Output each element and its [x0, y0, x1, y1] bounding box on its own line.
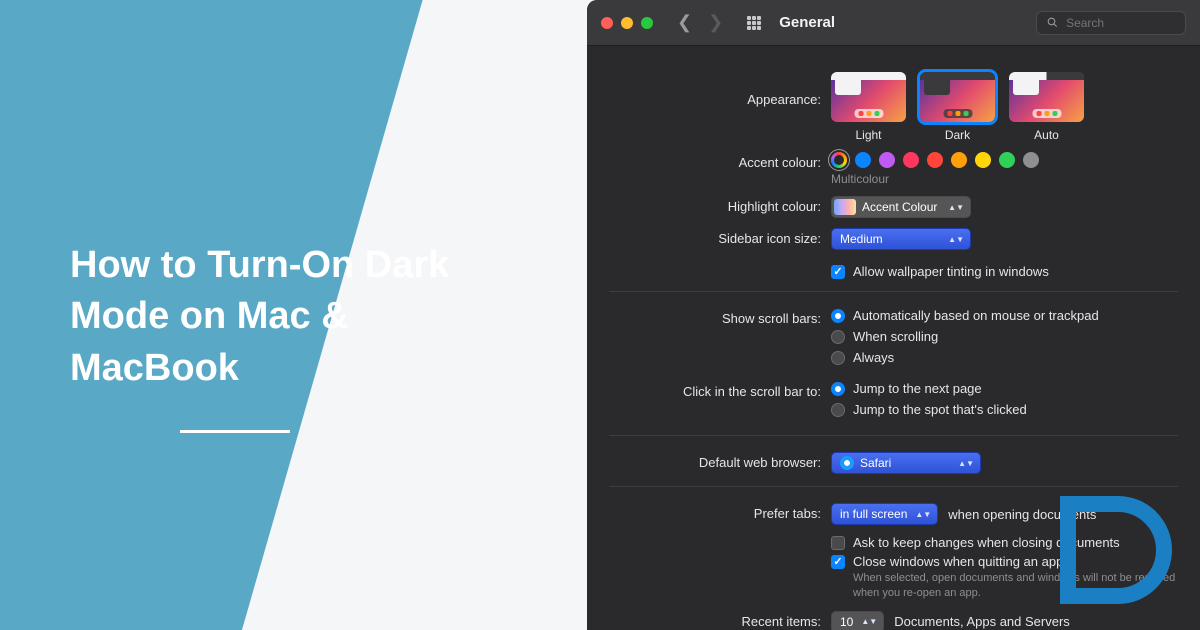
row-sidebar-icon: Sidebar icon size: Medium ▲▼ — [609, 228, 1178, 250]
zoom-icon[interactable] — [641, 17, 653, 29]
row-browser: Default web browser: Safari ▲▼ — [609, 452, 1178, 474]
appearance-light-label: Light — [831, 128, 906, 142]
recent-value: 10 — [840, 615, 853, 629]
window-title: General — [779, 14, 835, 31]
row-tinting: Allow wallpaper tinting in windows — [609, 260, 1178, 279]
sidebar-icon-value: Medium — [840, 232, 883, 246]
row-accent: Accent colour: Multicolour — [609, 152, 1178, 186]
safari-icon — [840, 456, 854, 470]
scrollbars-option-always[interactable]: Always — [831, 350, 1178, 365]
scrollbars-option-scrolling[interactable]: When scrolling — [831, 329, 1178, 344]
scrollclick-opt1-label: Jump to the spot that's clicked — [853, 402, 1027, 417]
close-icon[interactable] — [601, 17, 613, 29]
appearance-option-auto[interactable]: Auto — [1009, 72, 1084, 142]
radio-icon — [831, 382, 845, 396]
accent-orange[interactable] — [951, 152, 967, 168]
accent-multicolour[interactable] — [831, 152, 847, 168]
chevron-updown-icon: ▲▼ — [915, 512, 931, 517]
nav-arrows: ❮ ❯ — [677, 12, 723, 33]
appearance-options: Light Dark Auto — [831, 72, 1178, 142]
tinting-checkbox[interactable]: Allow wallpaper tinting in windows — [831, 264, 1178, 279]
minimize-icon[interactable] — [621, 17, 633, 29]
checkbox-icon — [831, 265, 845, 279]
scrollbars-opt0-label: Automatically based on mouse or trackpad — [853, 308, 1099, 323]
radio-icon — [831, 351, 845, 365]
chevron-updown-icon: ▲▼ — [948, 205, 964, 210]
checkbox-icon — [831, 536, 845, 550]
accent-subtitle: Multicolour — [831, 172, 1178, 186]
row-scrollclick: Click in the scroll bar to: Jump to the … — [609, 381, 1178, 423]
accent-swatches — [831, 152, 1178, 168]
chevron-updown-icon: ▲▼ — [958, 461, 974, 466]
tinting-label: Allow wallpaper tinting in windows — [853, 264, 1049, 279]
appearance-option-light[interactable]: Light — [831, 72, 906, 142]
search-input[interactable] — [1066, 16, 1175, 30]
radio-icon — [831, 309, 845, 323]
label-accent: Accent colour: — [609, 152, 831, 170]
browser-select[interactable]: Safari ▲▼ — [831, 452, 981, 474]
label-highlight: Highlight colour: — [609, 196, 831, 214]
accent-graphite[interactable] — [1023, 152, 1039, 168]
radio-icon — [831, 403, 845, 417]
scrollclick-opt0-label: Jump to the next page — [853, 381, 982, 396]
checkbox-icon — [831, 555, 845, 569]
banner-headline: How to Turn-On Dark Mode on Mac & MacBoo… — [70, 240, 527, 394]
highlight-select[interactable]: Accent Colour ▲▼ — [831, 196, 971, 218]
window-titlebar: ❮ ❯ General — [587, 0, 1200, 46]
window-traffic-lights — [601, 17, 653, 29]
label-scrollbars: Show scroll bars: — [609, 308, 831, 326]
label-tabs: Prefer tabs: — [609, 503, 831, 521]
scrollclick-option-spot[interactable]: Jump to the spot that's clicked — [831, 402, 1178, 417]
accent-green[interactable] — [999, 152, 1015, 168]
divider — [609, 291, 1178, 292]
accent-red[interactable] — [927, 152, 943, 168]
recent-suffix: Documents, Apps and Servers — [894, 614, 1070, 629]
forward-button[interactable]: ❯ — [708, 12, 723, 33]
accent-pink[interactable] — [903, 152, 919, 168]
label-sidebar-icon: Sidebar icon size: — [609, 228, 831, 246]
scrollbars-opt1-label: When scrolling — [853, 329, 938, 344]
chevron-updown-icon: ▲▼ — [861, 619, 877, 624]
appearance-dark-label: Dark — [920, 128, 995, 142]
sidebar-icon-select[interactable]: Medium ▲▼ — [831, 228, 971, 250]
scrollclick-radio-group: Jump to the next page Jump to the spot t… — [831, 381, 1178, 423]
label-browser: Default web browser: — [609, 452, 831, 470]
back-button[interactable]: ❮ — [677, 12, 692, 33]
accent-yellow[interactable] — [975, 152, 991, 168]
scrollbars-opt2-label: Always — [853, 350, 894, 365]
row-scrollbars: Show scroll bars: Automatically based on… — [609, 308, 1178, 371]
banner-divider — [180, 430, 290, 433]
article-banner: How to Turn-On Dark Mode on Mac & MacBoo… — [0, 0, 587, 630]
scrollbars-option-auto[interactable]: Automatically based on mouse or trackpad — [831, 308, 1178, 323]
tabs-value: in full screen — [840, 507, 907, 521]
scrollbars-radio-group: Automatically based on mouse or trackpad… — [831, 308, 1178, 371]
chevron-updown-icon: ▲▼ — [948, 237, 964, 242]
divider — [609, 435, 1178, 436]
search-field[interactable] — [1036, 11, 1186, 35]
accent-purple[interactable] — [879, 152, 895, 168]
search-icon — [1047, 16, 1058, 29]
accent-blue[interactable] — [855, 152, 871, 168]
scrollclick-option-page[interactable]: Jump to the next page — [831, 381, 1178, 396]
label-appearance: Appearance: — [609, 72, 831, 107]
row-appearance: Appearance: Light Dark Auto — [609, 72, 1178, 142]
appearance-option-dark[interactable]: Dark — [920, 72, 995, 142]
highlight-swatch-icon — [834, 199, 856, 215]
appearance-auto-label: Auto — [1009, 128, 1084, 142]
radio-icon — [831, 330, 845, 344]
label-scrollclick: Click in the scroll bar to: — [609, 381, 831, 399]
tabs-select[interactable]: in full screen ▲▼ — [831, 503, 938, 525]
label-recent: Recent items: — [609, 611, 831, 629]
highlight-value: Accent Colour — [862, 200, 937, 214]
brand-logo-icon — [1048, 480, 1188, 620]
close-windows-label: Close windows when quitting an app — [853, 554, 1063, 569]
recent-select[interactable]: 10 ▲▼ — [831, 611, 884, 630]
show-all-icon[interactable] — [747, 16, 761, 30]
browser-value: Safari — [860, 456, 891, 470]
row-highlight: Highlight colour: Accent Colour ▲▼ — [609, 196, 1178, 218]
